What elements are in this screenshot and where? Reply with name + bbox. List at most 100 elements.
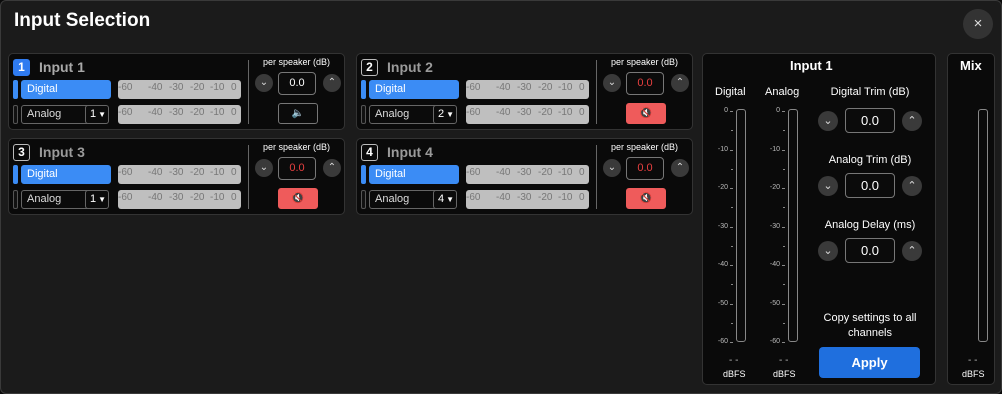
vu-minor-tick bbox=[731, 168, 733, 170]
meter-tick-label: -20 bbox=[190, 82, 205, 93]
chevron-down-icon: ▼ bbox=[446, 110, 454, 119]
channel-value: 1 bbox=[90, 193, 97, 205]
per-speaker-label: per speaker (dB) bbox=[263, 57, 331, 67]
digital-source-button[interactable]: Digital bbox=[369, 80, 459, 99]
meter-tick-label: -10 bbox=[210, 192, 225, 203]
vu-tick-mark bbox=[730, 111, 733, 112]
analog-channel-select[interactable]: 4 ▼ bbox=[433, 190, 457, 209]
channel-value: 4 bbox=[438, 193, 445, 205]
speaker-muted-icon: 🔇 bbox=[639, 108, 653, 119]
meter-tick-label: 0 bbox=[579, 167, 585, 178]
meter-tick-label: -30 bbox=[517, 107, 532, 118]
close-icon[interactable]: × bbox=[963, 9, 993, 39]
vu-tick-label: -20 bbox=[717, 184, 728, 191]
mix-title: Mix bbox=[960, 58, 982, 73]
input-panel-4: 4 Input 4 Digital Analog 4 ▼ -60 -40 -30 -20… bbox=[356, 138, 693, 215]
meter-tick-label: -60 bbox=[466, 167, 481, 178]
meter-tick-label: -20 bbox=[190, 167, 205, 178]
analog-delay-down-button[interactable]: ⌄ bbox=[818, 241, 838, 261]
trim-down-button[interactable]: ⌄ bbox=[255, 159, 273, 177]
vu-tick-mark bbox=[730, 149, 733, 151]
trim-down-button[interactable]: ⌄ bbox=[255, 74, 273, 92]
input-number-badge[interactable]: 2 bbox=[361, 59, 378, 76]
analog-source-button[interactable]: Analog bbox=[369, 105, 438, 124]
analog-level-meter: -60 -40 -30 -20 -10 0 bbox=[118, 190, 241, 209]
analog-source-button[interactable]: Analog bbox=[369, 190, 438, 209]
trim-up-button[interactable]: ⌃ bbox=[323, 74, 341, 92]
trim-value[interactable]: 0.0 bbox=[278, 72, 316, 95]
vu-tick-mark bbox=[730, 226, 733, 228]
analog-delay-value[interactable]: 0.0 bbox=[845, 238, 895, 263]
meter-tick-label: -10 bbox=[558, 107, 573, 118]
input-number-badge[interactable]: 4 bbox=[361, 144, 378, 161]
trim-down-button[interactable]: ⌄ bbox=[603, 74, 621, 92]
vu-minor-tick bbox=[731, 207, 733, 209]
analog-level-readout: - - bbox=[779, 355, 789, 366]
trim-value[interactable]: 0.0 bbox=[278, 157, 316, 180]
analog-level-meter: -60 -40 -30 -20 -10 0 bbox=[118, 105, 241, 124]
analog-trim-down-button[interactable]: ⌄ bbox=[818, 176, 838, 196]
trim-up-button[interactable]: ⌃ bbox=[323, 159, 341, 177]
digital-level-meter: -60 -40 -30 -20 -10 0 bbox=[466, 80, 589, 99]
meter-tick-label: 0 bbox=[231, 107, 237, 118]
analog-channel-select[interactable]: 2 ▼ bbox=[433, 105, 457, 124]
digital-source-button[interactable]: Digital bbox=[369, 165, 459, 184]
channel-value: 2 bbox=[438, 108, 445, 120]
analog-trim-value[interactable]: 0.0 bbox=[845, 173, 895, 198]
input-name[interactable]: Input 2 bbox=[387, 59, 433, 75]
input-number-badge[interactable]: 3 bbox=[13, 144, 30, 161]
analog-channel-select[interactable]: 1 ▼ bbox=[85, 190, 109, 209]
digital-trim-label: Digital Trim (dB) bbox=[830, 86, 910, 98]
analog-indicator bbox=[361, 105, 366, 124]
vu-minor-tick bbox=[731, 130, 733, 132]
analog-trim-up-button[interactable]: ⌃ bbox=[902, 176, 922, 196]
mute-button[interactable]: 🔇 bbox=[278, 188, 318, 209]
meter-tick-label: -10 bbox=[210, 107, 225, 118]
mute-button[interactable]: 🔇 bbox=[626, 188, 666, 209]
meter-tick-label: 0 bbox=[231, 82, 237, 93]
analog-meter-label: Analog bbox=[765, 86, 800, 98]
trim-up-button[interactable]: ⌃ bbox=[671, 74, 689, 92]
input-number-badge[interactable]: 1 bbox=[13, 59, 30, 76]
apply-button[interactable]: Apply bbox=[819, 347, 920, 378]
digital-trim-down-button[interactable]: ⌄ bbox=[818, 111, 838, 131]
vu-tick-label: -50 bbox=[717, 299, 728, 307]
trim-value[interactable]: 0.0 bbox=[626, 157, 664, 180]
trim-up-button[interactable]: ⌃ bbox=[671, 159, 689, 177]
digital-source-button[interactable]: Digital bbox=[21, 165, 111, 184]
mute-button[interactable]: 🔈 bbox=[278, 103, 318, 124]
divider bbox=[248, 60, 249, 124]
analog-unit-label: dBFS bbox=[773, 369, 796, 379]
analog-source-button[interactable]: Analog bbox=[21, 190, 90, 209]
vu-tick-label: -30 bbox=[769, 222, 780, 230]
digital-level-readout: - - bbox=[729, 355, 739, 366]
trim-down-button[interactable]: ⌄ bbox=[603, 159, 621, 177]
mute-button[interactable]: 🔇 bbox=[626, 103, 666, 124]
digital-source-button[interactable]: Digital bbox=[21, 80, 111, 99]
analog-channel-select[interactable]: 1 ▼ bbox=[85, 105, 109, 124]
channel-value: 1 bbox=[90, 108, 97, 120]
meter-tick-label: 0 bbox=[579, 107, 585, 118]
vu-minor-tick bbox=[783, 130, 785, 132]
speaker-muted-icon: 🔇 bbox=[291, 193, 305, 204]
detail-title: Input 1 bbox=[790, 58, 833, 73]
input-name[interactable]: Input 1 bbox=[39, 59, 85, 75]
vu-minor-tick bbox=[783, 284, 785, 286]
digital-trim-up-button[interactable]: ⌃ bbox=[902, 111, 922, 131]
trim-value[interactable]: 0.0 bbox=[626, 72, 664, 95]
meter-tick-label: -20 bbox=[538, 167, 553, 178]
input-name[interactable]: Input 4 bbox=[387, 144, 433, 160]
digital-indicator bbox=[361, 80, 366, 99]
vu-tick-mark bbox=[730, 342, 733, 343]
analog-delay-up-button[interactable]: ⌃ bbox=[902, 241, 922, 261]
input-name[interactable]: Input 3 bbox=[39, 144, 85, 160]
vu-tick-label: -50 bbox=[769, 299, 780, 307]
meter-tick-label: -40 bbox=[496, 107, 511, 118]
vu-tick-label: -40 bbox=[769, 261, 780, 268]
meter-tick-label: -30 bbox=[169, 192, 184, 203]
digital-level-meter: -60 -40 -30 -20 -10 0 bbox=[118, 165, 241, 184]
analog-source-button[interactable]: Analog bbox=[21, 105, 90, 124]
digital-trim-value[interactable]: 0.0 bbox=[845, 108, 895, 133]
meter-tick-label: -10 bbox=[210, 82, 225, 93]
vu-minor-tick bbox=[783, 168, 785, 170]
